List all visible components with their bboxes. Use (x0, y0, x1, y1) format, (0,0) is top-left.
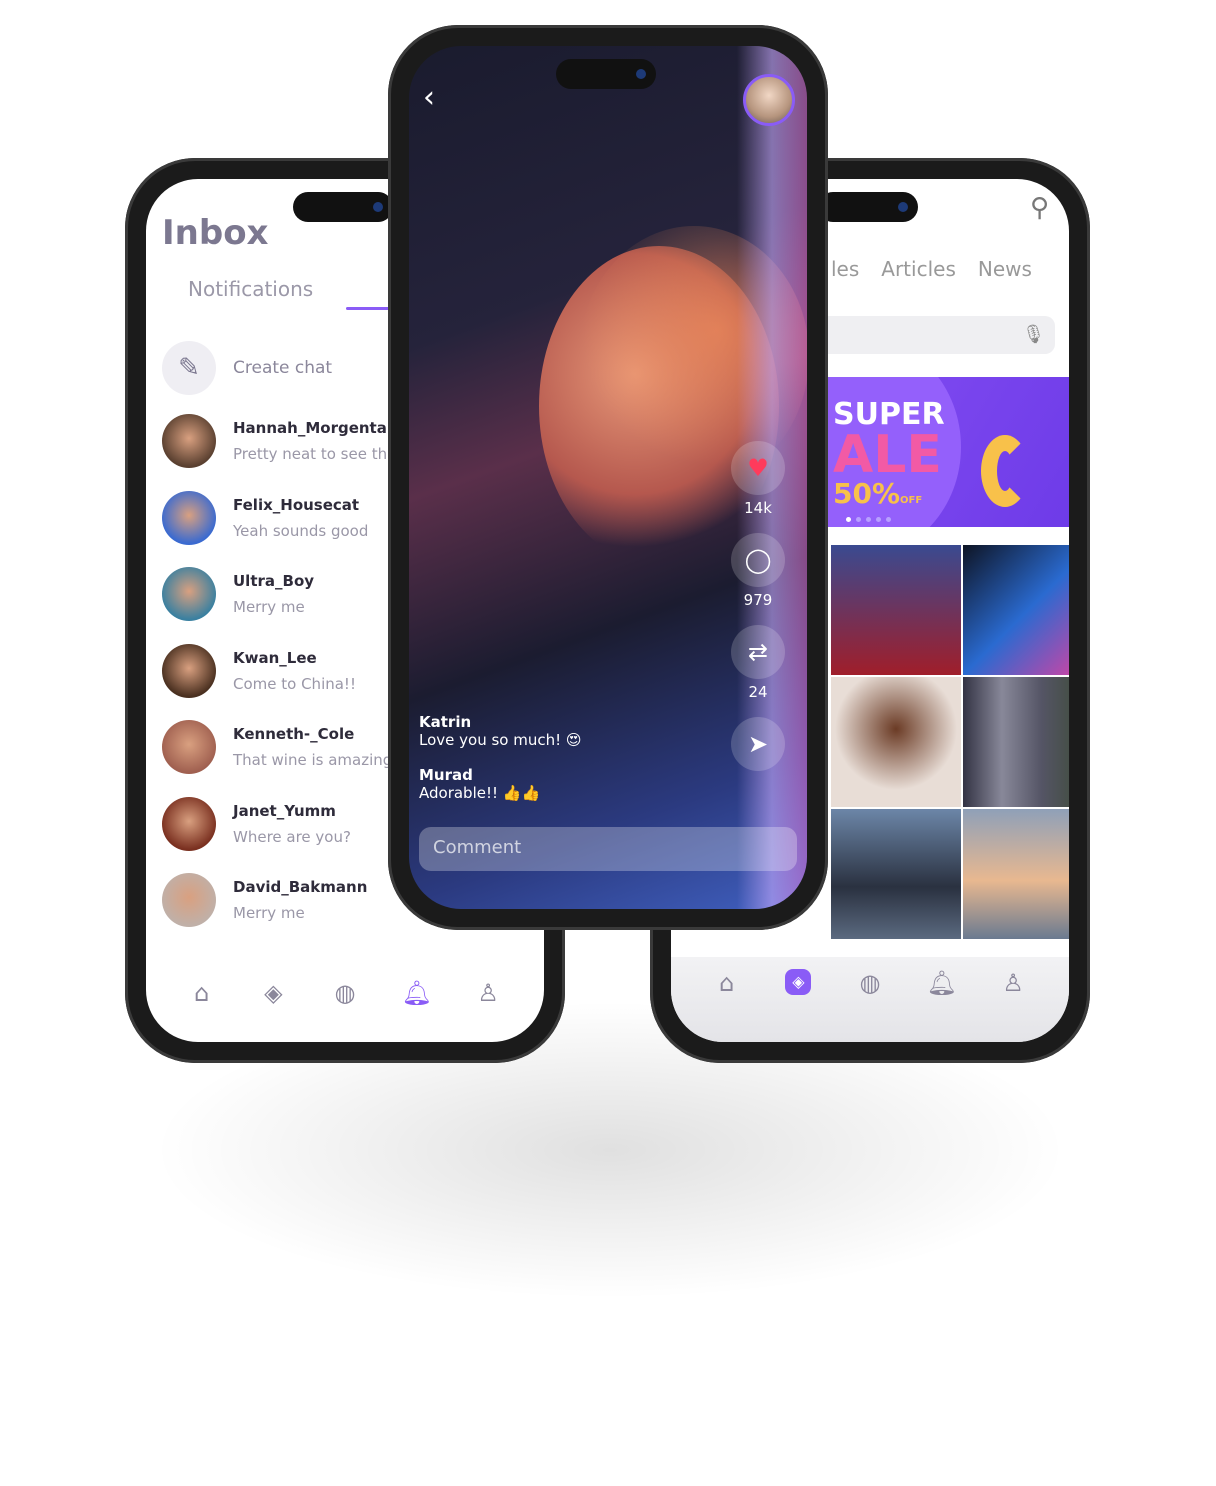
banner-discount: 50%OFF (833, 477, 922, 510)
chat-name: Kwan_Lee (233, 648, 317, 667)
bell-icon[interactable]: 🔔︎ (922, 969, 962, 997)
avatar[interactable] (743, 74, 795, 126)
post-screen: ‹ ♥ 14k ◯ 979 ⇄ 24 ➤ Katrin Love you so much… (409, 46, 807, 909)
comment-user: Murad (419, 766, 473, 784)
create-chat-label: Create chat (233, 358, 333, 378)
post-phone: ‹ ♥ 14k ◯ 979 ⇄ 24 ➤ Katrin Love you so much… (388, 25, 828, 930)
tab-articles-partial[interactable]: les (831, 257, 859, 281)
chat-preview: Yeah sounds good (233, 521, 369, 540)
repost-icon: ⇄ (731, 625, 785, 679)
mic-icon[interactable]: 🎙︎ (1022, 324, 1045, 345)
tab-notifications[interactable]: Notifications (188, 277, 313, 301)
comment: Katrin Love you so much! 😍 (419, 713, 582, 749)
heart-icon: ♥ (731, 441, 785, 495)
chat-bubble-icon: ◯ (731, 533, 785, 587)
tabs: les Articles News (831, 257, 1054, 281)
send-icon: ➤ (731, 717, 785, 771)
photo-tile[interactable] (963, 545, 1069, 675)
dynamic-island (293, 192, 393, 222)
bell-icon[interactable]: 🔔︎ (397, 979, 437, 1007)
banner-shape (981, 435, 1029, 507)
chat-preview: Come to China!! (233, 674, 356, 693)
chat-name: Felix_Housecat (233, 495, 360, 514)
home-icon[interactable]: ⌂ (182, 979, 222, 1007)
chat-list-item[interactable]: Ultra_Boy Merry me (162, 567, 314, 621)
chat-name: David_Bakmann (233, 878, 368, 896)
photo-tile[interactable] (831, 809, 961, 939)
photo-tile[interactable] (963, 809, 1069, 939)
share-count: 24 (748, 683, 768, 701)
chat-list-item[interactable]: David_Bakmann Merry me (162, 873, 367, 927)
discount: 50% (833, 477, 901, 510)
banner-text: ALE (833, 425, 942, 485)
chat-preview: Merry me (233, 598, 305, 616)
off: OFF (900, 495, 923, 506)
like-count: 14k (744, 499, 772, 517)
edit-icon: ✎ (162, 341, 216, 395)
bottom-nav: ⌂ ◈ ◍ 🔔︎ ♙ (671, 957, 1069, 1042)
bottom-nav: ⌂ ◈ ◍ 🔔︎ ♙ (146, 979, 544, 1007)
dynamic-island (556, 59, 656, 89)
carousel-dots[interactable] (846, 517, 891, 522)
globe-icon[interactable]: ◍ (850, 969, 890, 997)
chat-list-item[interactable]: Hannah_Morgental Pretty neat to see the (162, 414, 396, 468)
comment: Murad Adorable!! 👍👍 (419, 766, 540, 802)
avatar (162, 873, 216, 927)
compass-icon[interactable]: ◈ (253, 979, 293, 1007)
avatar (162, 567, 216, 621)
chat-list-item[interactable]: Janet_Yumm Where are you? (162, 796, 351, 851)
avatar (162, 643, 216, 698)
chat-name: Ultra_Boy (233, 572, 315, 590)
like-button[interactable]: ♥ 14k (731, 441, 785, 517)
comment-text: Love you so much! 😍 (419, 731, 582, 749)
photo-tile[interactable] (831, 677, 961, 807)
home-icon[interactable]: ⌂ (707, 969, 747, 997)
chat-preview: Where are you? (233, 827, 351, 846)
comment-user: Katrin (419, 713, 472, 731)
chat-list-item[interactable]: Kwan_Lee Come to China!! (162, 643, 356, 698)
chat-preview: Pretty neat to see the (233, 445, 397, 463)
back-icon[interactable]: ‹ (423, 80, 435, 115)
user-icon[interactable]: ♙ (993, 969, 1033, 997)
comment-text: Adorable!! 👍👍 (419, 784, 541, 802)
comment-count: 979 (743, 591, 773, 609)
chat-preview: That wine is amazing! (233, 751, 399, 769)
photo-tile[interactable] (831, 545, 961, 675)
tab-news[interactable]: News (978, 257, 1032, 281)
send-button[interactable]: ➤ (731, 717, 785, 771)
chat-name: Janet_Yumm (233, 801, 336, 820)
page-title: Inbox (162, 213, 269, 253)
chat-preview: Merry me (233, 904, 305, 922)
chat-name: Hannah_Morgental (233, 419, 392, 437)
chat-list-item[interactable]: Felix_Housecat Yeah sounds good (162, 490, 369, 545)
comment-button[interactable]: ◯ 979 (731, 533, 785, 609)
user-icon[interactable]: ♙ (468, 979, 508, 1007)
photo-grid (831, 545, 1069, 939)
create-chat-button[interactable]: ✎ Create chat (162, 341, 332, 395)
chat-list-item[interactable]: Kenneth-_Cole That wine is amazing! (162, 720, 398, 774)
photo-tile[interactable] (963, 677, 1069, 807)
comment-input[interactable]: Comment (419, 827, 797, 871)
avatar (162, 414, 216, 468)
dynamic-island (818, 192, 918, 222)
search-icon[interactable]: ⚲ (1030, 193, 1049, 223)
avatar (162, 490, 216, 545)
chat-name: Kenneth-_Cole (233, 725, 355, 743)
avatar (162, 796, 216, 851)
avatar (162, 720, 216, 774)
globe-icon[interactable]: ◍ (325, 979, 365, 1007)
compass-icon[interactable]: ◈ (785, 969, 812, 995)
share-button[interactable]: ⇄ 24 (731, 625, 785, 701)
tab-articles[interactable]: Articles (881, 257, 956, 281)
